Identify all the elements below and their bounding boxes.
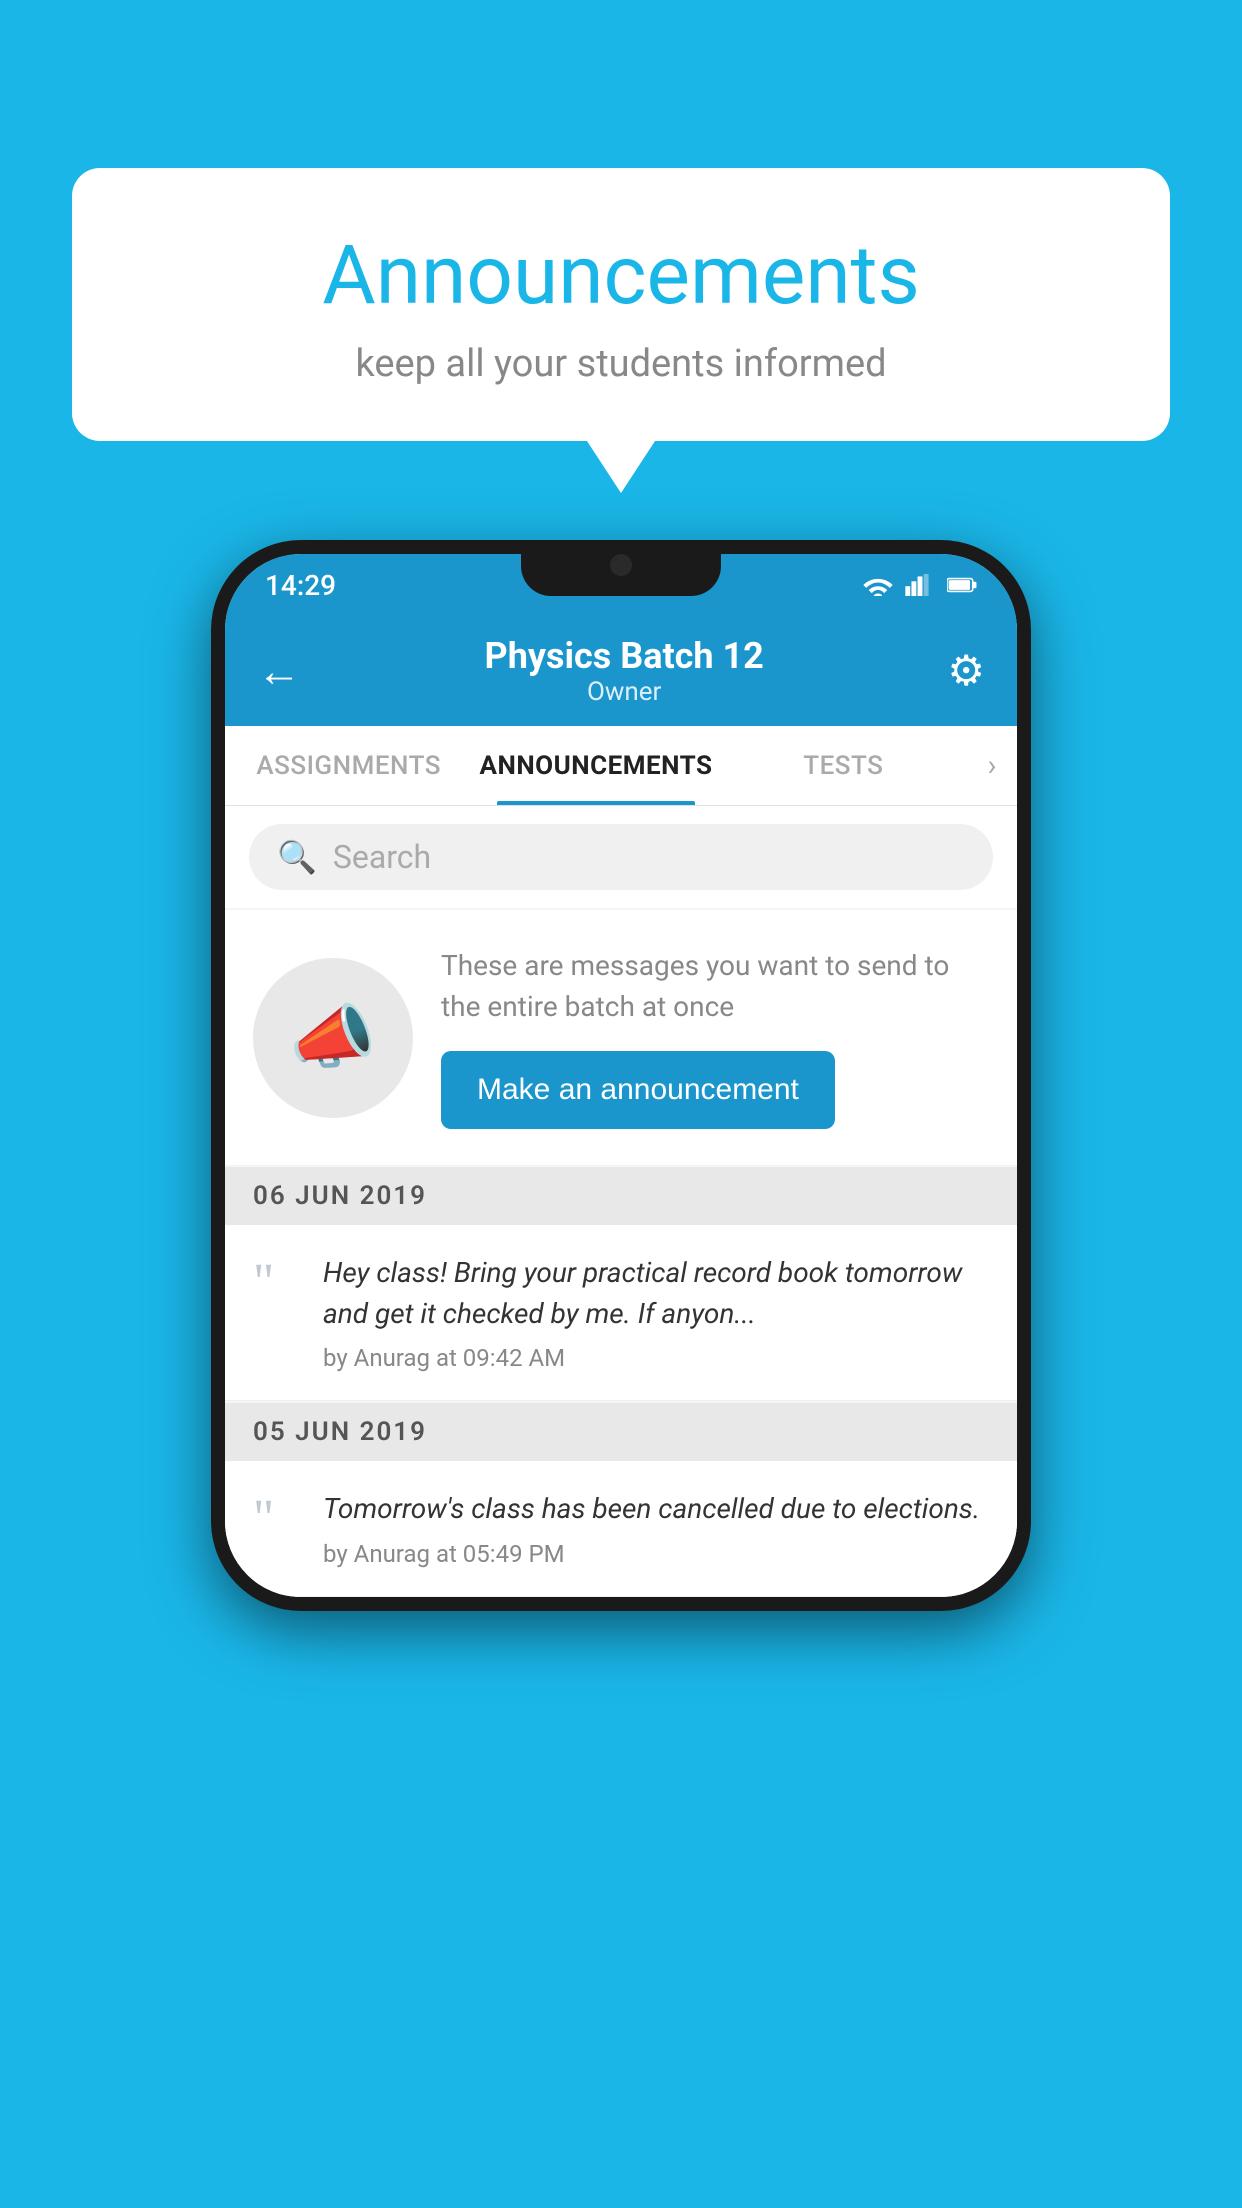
batch-title: Physics Batch 12 bbox=[485, 635, 764, 677]
search-placeholder: Search bbox=[333, 838, 431, 876]
announcement-item-1[interactable]: " Hey class! Bring your practical record… bbox=[225, 1225, 1017, 1401]
promo-section: 📣 These are messages you want to send to… bbox=[225, 910, 1017, 1165]
speech-bubble: Announcements keep all your students inf… bbox=[72, 168, 1170, 441]
announcement-text-2: Tomorrow's class has been cancelled due … bbox=[323, 1489, 980, 1530]
date-separator-1: 06 JUN 2019 bbox=[225, 1167, 1017, 1225]
content-area: 🔍 Search 📣 These are messages you want t… bbox=[225, 806, 1017, 1597]
top-bar-center: Physics Batch 12 Owner bbox=[485, 635, 764, 707]
phone-camera bbox=[610, 554, 632, 576]
announcement-item-2[interactable]: " Tomorrow's class has been cancelled du… bbox=[225, 1461, 1017, 1597]
tab-announcements[interactable]: ANNOUNCEMENTS bbox=[472, 726, 719, 805]
megaphone-icon: 📣 bbox=[289, 997, 376, 1079]
quote-icon-1: " bbox=[253, 1257, 301, 1309]
search-input-wrap[interactable]: 🔍 Search bbox=[249, 824, 993, 890]
speech-bubble-subtitle: keep all your students informed bbox=[122, 342, 1120, 386]
battery-icon bbox=[947, 574, 977, 596]
signal-icon bbox=[905, 574, 935, 596]
quote-icon-2: " bbox=[253, 1493, 301, 1545]
tabs-row: ASSIGNMENTS ANNOUNCEMENTS TESTS › bbox=[225, 726, 1017, 806]
make-announcement-button[interactable]: Make an announcement bbox=[441, 1051, 835, 1129]
promo-description: These are messages you want to send to t… bbox=[441, 946, 989, 1027]
settings-button[interactable]: ⚙ bbox=[947, 646, 985, 696]
promo-icon-circle: 📣 bbox=[253, 958, 413, 1118]
announcement-text-1: Hey class! Bring your practical record b… bbox=[323, 1253, 989, 1334]
search-icon: 🔍 bbox=[277, 838, 317, 876]
batch-role: Owner bbox=[485, 677, 764, 707]
promo-right: These are messages you want to send to t… bbox=[441, 946, 989, 1129]
phone-mockup: 14:29 bbox=[211, 540, 1031, 1611]
tab-tests[interactable]: TESTS bbox=[720, 726, 967, 805]
announcement-meta-2: by Anurag at 05:49 PM bbox=[323, 1540, 980, 1568]
date-separator-2: 05 JUN 2019 bbox=[225, 1403, 1017, 1461]
announcement-text-wrap-1: Hey class! Bring your practical record b… bbox=[323, 1253, 989, 1372]
status-time: 14:29 bbox=[265, 569, 336, 602]
back-button[interactable]: ← bbox=[257, 645, 301, 697]
search-bar: 🔍 Search bbox=[225, 806, 1017, 908]
status-icons bbox=[863, 574, 977, 596]
announcement-text-wrap-2: Tomorrow's class has been cancelled due … bbox=[323, 1489, 980, 1568]
speech-bubble-title: Announcements bbox=[122, 228, 1120, 324]
top-bar: ← Physics Batch 12 Owner ⚙ bbox=[225, 616, 1017, 726]
announcement-meta-1: by Anurag at 09:42 AM bbox=[323, 1344, 989, 1372]
tab-more[interactable]: › bbox=[967, 748, 1017, 783]
tab-assignments[interactable]: ASSIGNMENTS bbox=[225, 726, 472, 805]
wifi-icon bbox=[863, 574, 893, 596]
